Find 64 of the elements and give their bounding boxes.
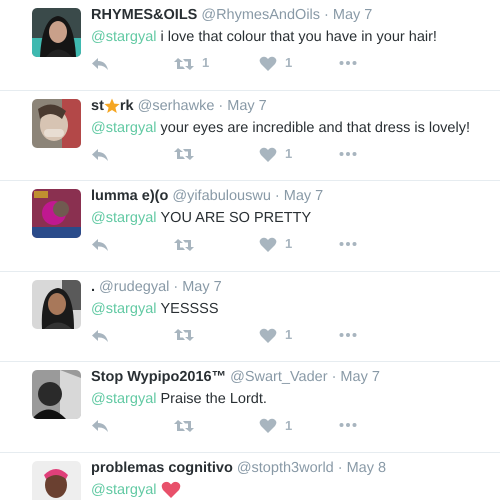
heart-icon <box>160 480 180 500</box>
tweet-date[interactable]: · May 7 <box>332 367 380 388</box>
like-button[interactable]: 1 <box>259 416 339 436</box>
mention-link[interactable]: @stargyal <box>91 206 156 230</box>
like-button[interactable]: 1 <box>259 144 339 164</box>
user-name[interactable]: . <box>91 276 96 297</box>
mention-link[interactable]: @stargyal <box>91 25 156 49</box>
user-handle[interactable]: @stopth3world <box>236 458 334 478</box>
retweet-icon <box>174 326 194 344</box>
mention-link[interactable]: @stargyal <box>91 478 156 500</box>
tweet-date[interactable]: · May 7 <box>218 96 267 116</box>
more-button[interactable] <box>339 60 357 66</box>
user-name[interactable]: st <box>91 96 104 116</box>
tweet-date[interactable]: · May 7 <box>274 186 324 206</box>
user-handle[interactable]: @Swart_Vader <box>230 367 328 388</box>
reply-icon <box>91 417 109 434</box>
more-button[interactable] <box>339 241 357 248</box>
mention-link[interactable]: @stargyal <box>91 387 156 412</box>
retweet-button[interactable]: 1 <box>174 53 259 73</box>
user-name[interactable]: lumma e)(o <box>91 186 168 206</box>
user-handle[interactable]: @serhawke <box>138 96 214 116</box>
user-handle[interactable]: @rudegyal <box>99 276 170 297</box>
tweet-text: i love that colour that you have in your hair! <box>160 28 437 47</box>
user-handle[interactable]: @yifabulouswu <box>172 186 271 206</box>
tweet-date[interactable]: · May 7 <box>173 276 222 297</box>
like-count: 1 <box>285 326 292 344</box>
heart-icon <box>259 236 277 252</box>
tweet-date[interactable]: · May 8 <box>338 458 386 478</box>
more-button[interactable] <box>339 332 357 338</box>
tweet-text: Praise the Lordt. <box>160 390 267 410</box>
more-icon <box>339 332 357 338</box>
mention-link[interactable]: @stargyal <box>91 116 156 140</box>
more-icon <box>339 422 357 428</box>
like-button[interactable]: 1 <box>259 234 339 254</box>
tweet-text: YESSSS <box>160 300 219 319</box>
mention-link[interactable]: @stargyal <box>91 296 156 321</box>
like-button[interactable]: 1 <box>259 325 339 345</box>
star-icon <box>104 98 120 114</box>
tweet-text: your eyes are incredible and that dress is lovely! <box>160 118 470 138</box>
retweet-icon <box>174 145 194 162</box>
user-name[interactable]: RHYMES&OILS <box>91 5 198 25</box>
like-count: 1 <box>285 416 292 435</box>
heart-icon <box>259 417 277 434</box>
reply-icon <box>91 55 109 71</box>
like-button[interactable]: 1 <box>259 53 339 73</box>
user-name[interactable]: rk <box>120 96 134 116</box>
heart-icon <box>259 55 277 71</box>
more-icon <box>339 60 357 66</box>
user-name[interactable]: Stop Wypipo2016™ <box>91 367 226 388</box>
heart-icon <box>259 326 277 343</box>
like-count: 1 <box>285 54 292 72</box>
reply-icon <box>91 236 109 252</box>
heart-icon <box>259 146 277 162</box>
more-icon <box>339 150 357 157</box>
tweet-date[interactable]: · May 7 <box>324 5 372 25</box>
tweet-text: YOU ARE SO PRETTY <box>160 209 312 228</box>
more-icon <box>339 241 357 248</box>
user-name[interactable]: problemas cognitivo <box>91 458 233 478</box>
like-count: 1 <box>285 144 292 163</box>
more-button[interactable] <box>339 150 357 157</box>
like-count: 1 <box>285 235 292 254</box>
more-button[interactable] <box>339 422 357 428</box>
user-handle[interactable]: @RhymesAndOils <box>201 5 320 25</box>
retweet-count: 1 <box>202 54 210 72</box>
